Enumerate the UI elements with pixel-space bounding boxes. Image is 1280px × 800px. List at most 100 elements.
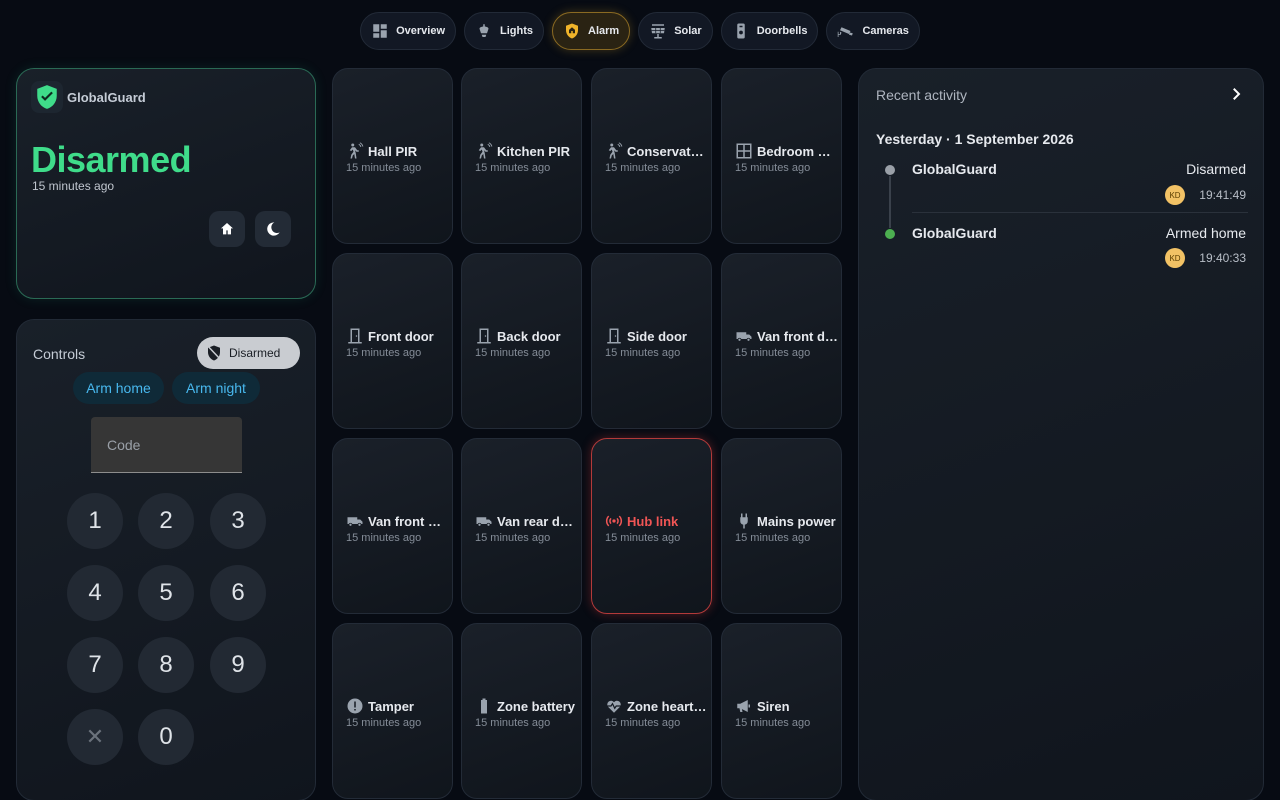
tab-solar[interactable]: Solar [638, 12, 713, 50]
sensor-time: 15 minutes ago [605, 717, 681, 729]
keypad-key-6[interactable]: 6 [210, 565, 266, 621]
tab-label: Cameras [862, 25, 909, 37]
tab-doorbells[interactable]: Doorbells [720, 12, 819, 50]
controls-title: Controls [33, 346, 86, 362]
sensor-name: Mains power [757, 513, 836, 529]
sensor-name: Hub link [627, 513, 679, 529]
sensor-name: Back door [497, 328, 561, 344]
keypad-key-9[interactable]: 9 [210, 637, 266, 693]
heart-pulse-icon [607, 700, 621, 713]
sensor-tile-siren[interactable]: Siren 15 minutes ago [721, 623, 842, 799]
timeline-dot [885, 229, 895, 239]
disarmed-chip[interactable]: Disarmed [197, 337, 300, 369]
sensor-name: Front door [368, 328, 434, 344]
sensor-time: 15 minutes ago [605, 347, 681, 359]
sensor-time: 15 minutes ago [605, 162, 681, 174]
sensor-tile-kitchen-pir[interactable]: Kitchen PIR 15 minutes ago [461, 68, 582, 244]
door-icon [477, 328, 491, 344]
sensor-name: Zone heartbeat [627, 698, 709, 714]
sensor-name: Bedroom window [757, 143, 839, 159]
event-state: Armed home [1165, 225, 1246, 241]
sensor-tile-side-door[interactable]: Side door 15 minutes ago [591, 253, 712, 429]
alarm-controls-card: Controls Disarmed Arm home Arm night 1 2… [16, 319, 316, 800]
keypad-key-0[interactable]: 0 [138, 709, 194, 765]
keypad-key-5[interactable]: 5 [138, 565, 194, 621]
moon-icon [267, 222, 280, 236]
event-source: GlobalGuard [912, 161, 997, 177]
arm-night-shortcut-button[interactable] [255, 211, 291, 247]
shield-off-icon [207, 345, 222, 361]
recent-activity-card: Recent activity Yesterday · 1 September … [858, 68, 1264, 800]
sensor-time: 15 minutes ago [475, 717, 551, 729]
timeline-line [889, 176, 891, 228]
sensor-time: 15 minutes ago [475, 162, 551, 174]
keypad-key-7[interactable]: 7 [67, 637, 123, 693]
ceiling-light-icon [479, 24, 489, 37]
bullhorn-icon [737, 700, 750, 712]
event-time: 19:41:49 [1199, 188, 1246, 202]
sensor-tile-bedroom-window[interactable]: Bedroom window 15 minutes ago [721, 68, 842, 244]
event-source: GlobalGuard [912, 225, 997, 241]
sensor-time: 15 minutes ago [735, 162, 811, 174]
sensor-time: 15 minutes ago [735, 347, 811, 359]
tab-lights[interactable]: Lights [464, 12, 544, 50]
radio-tower-icon [605, 515, 623, 527]
sensor-name: Hall PIR [368, 143, 418, 159]
power-plug-icon [740, 513, 748, 529]
arm-home-shortcut-button[interactable] [209, 211, 245, 247]
sensor-name: Van rear door [497, 513, 579, 529]
arm-night-button[interactable]: Arm night [172, 372, 260, 404]
sensor-tile-hall-pir[interactable]: Hall PIR 15 minutes ago [332, 68, 453, 244]
chevron-right-icon[interactable] [1227, 85, 1245, 103]
sensor-tile-tamper[interactable]: Tamper 15 minutes ago [332, 623, 453, 799]
sensor-tile-hub-link[interactable]: Hub link 15 minutes ago [591, 438, 712, 614]
arm-home-button[interactable]: Arm home [73, 372, 164, 404]
code-field[interactable] [91, 417, 242, 473]
tab-cameras[interactable]: Cameras [826, 12, 920, 50]
keypad-clear-button[interactable]: ✕ [67, 709, 123, 765]
sensor-time: 15 minutes ago [475, 347, 551, 359]
motion-sensor-icon [608, 142, 623, 159]
sensor-tile-back-door[interactable]: Back door 15 minutes ago [461, 253, 582, 429]
keypad-key-3[interactable]: 3 [210, 493, 266, 549]
tab-overview[interactable]: Overview [360, 12, 456, 50]
sensor-time: 15 minutes ago [346, 532, 422, 544]
sensor-tile-zone-battery[interactable]: Zone battery 15 minutes ago [461, 623, 582, 799]
sensor-name: Tamper [368, 698, 414, 714]
sensor-tile-front-door[interactable]: Front door 15 minutes ago [332, 253, 453, 429]
activity-title: Recent activity [876, 87, 968, 103]
sensor-name: Siren [757, 698, 790, 714]
tab-alarm[interactable]: Alarm [552, 12, 631, 50]
tab-label: Solar [674, 25, 702, 37]
keypad-key-8[interactable]: 8 [138, 637, 194, 693]
alarm-state-time: 15 minutes ago [32, 179, 115, 193]
home-icon [221, 223, 233, 235]
sensor-time: 15 minutes ago [346, 717, 422, 729]
door-icon [348, 328, 362, 344]
sensor-name: Kitchen PIR [497, 143, 570, 159]
door-icon [607, 328, 621, 344]
sensor-tile-van-front-door[interactable]: Van front door 15 minutes ago [721, 253, 842, 429]
sensor-tile-conservatory-pir[interactable]: Conservatory PIR 15 minutes ago [591, 68, 712, 244]
sensor-time: 15 minutes ago [475, 532, 551, 544]
sensor-tile-van-rear-door[interactable]: Van rear door 15 minutes ago [461, 438, 582, 614]
sensor-tile-mains-power[interactable]: Mains power 15 minutes ago [721, 438, 842, 614]
sensor-tile-zone-heartbeat[interactable]: Zone heartbeat 15 minutes ago [591, 623, 712, 799]
brand: GlobalGuard [31, 81, 146, 113]
window-icon [736, 143, 752, 159]
van-icon [736, 332, 752, 342]
disarmed-chip-label: Disarmed [229, 346, 281, 360]
top-navigation: Overview Lights Alarm Solar Doorbells Ca… [0, 12, 1280, 50]
alert-circle-icon [347, 698, 363, 714]
keypad-key-2[interactable]: 2 [138, 493, 194, 549]
event-time: 19:40:33 [1199, 251, 1246, 265]
code-input[interactable] [91, 417, 242, 472]
van-icon [347, 517, 363, 527]
keypad-key-1[interactable]: 1 [67, 493, 123, 549]
alarm-status-card[interactable]: GlobalGuard Disarmed 15 minutes ago [16, 68, 316, 299]
keypad-key-4[interactable]: 4 [67, 565, 123, 621]
solar-panel-icon [651, 24, 665, 39]
tab-label: Doorbells [756, 25, 808, 37]
sensor-tile-van-front-window[interactable]: Van front window 15 minutes ago [332, 438, 453, 614]
dashboard-icon [373, 24, 387, 38]
